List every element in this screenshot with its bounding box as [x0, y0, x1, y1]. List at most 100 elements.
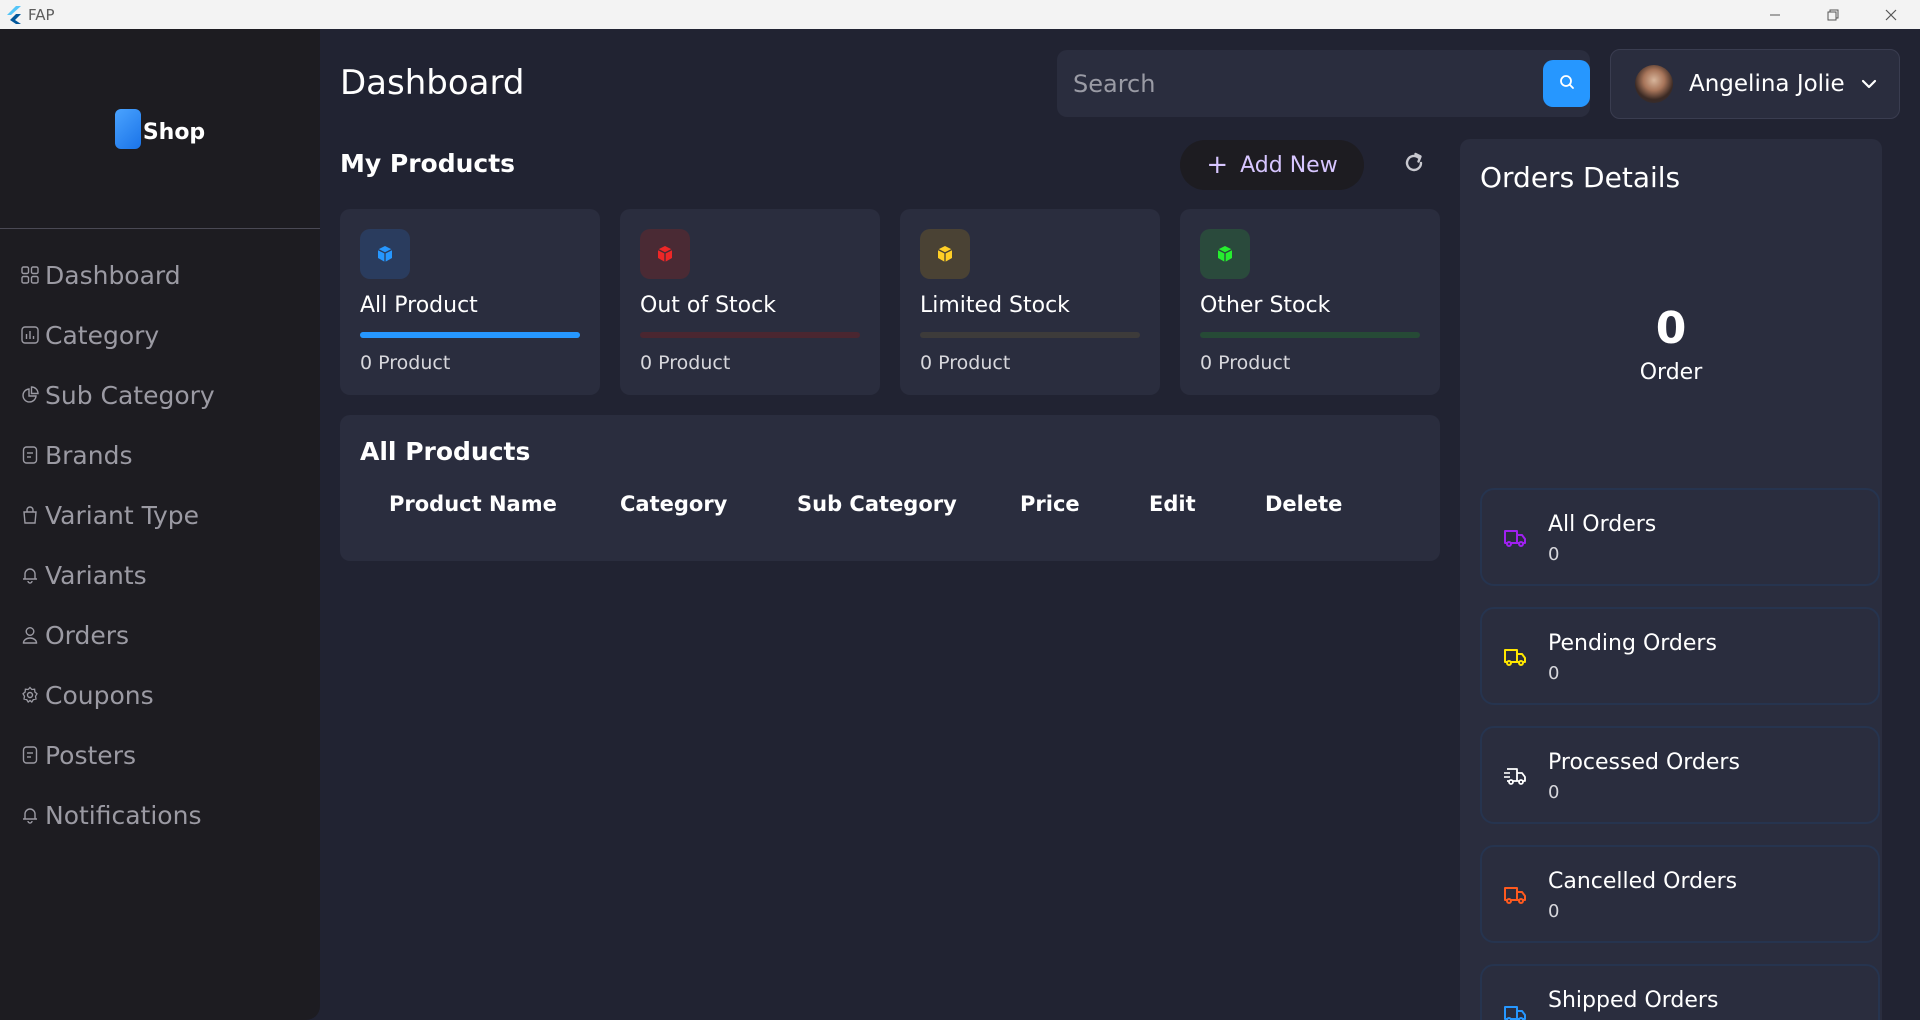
box-icon	[640, 229, 690, 279]
orders-title: Orders Details	[1480, 161, 1681, 194]
sidebar-item-sub-category[interactable]: Sub Category	[0, 365, 320, 425]
sidebar-item-dashboard[interactable]: Dashboard	[0, 245, 320, 305]
column-header-sub-category[interactable]: Sub Category	[797, 492, 957, 516]
gear-icon	[20, 685, 40, 705]
truck-icon	[1502, 525, 1528, 551]
truck-icon	[1502, 644, 1528, 670]
order-card-title: Processed Orders	[1548, 750, 1740, 775]
order-card-count: 0	[1548, 901, 1560, 922]
search-button[interactable]	[1543, 60, 1590, 107]
sidebar-item-label: Sub Category	[45, 380, 215, 410]
order-card-count: 0	[1548, 782, 1560, 803]
sidebar-item-category[interactable]: Category	[0, 305, 320, 365]
bag-icon	[20, 505, 40, 525]
box-icon	[920, 229, 970, 279]
document-icon	[20, 445, 40, 465]
column-header-delete[interactable]: Delete	[1265, 492, 1342, 516]
card-limited-stock[interactable]: Limited Stock 0 Product	[900, 209, 1160, 395]
profile-menu[interactable]: Angelina Jolie	[1610, 49, 1900, 119]
chart-icon	[20, 325, 40, 345]
search-input[interactable]	[1057, 69, 1517, 98]
window-titlebar: FAP	[0, 0, 1920, 29]
logo-area: Shop	[0, 29, 320, 229]
product-summary-cards: All Product 0 Product Out of Stock 0 Pro…	[340, 209, 1440, 395]
order-card-cancelled[interactable]: Cancelled Orders 0	[1480, 845, 1880, 943]
column-header-product-name[interactable]: Product Name	[389, 492, 557, 516]
card-title: All Product	[360, 293, 478, 318]
chevron-down-icon[interactable]	[1859, 74, 1879, 94]
search-icon	[1558, 73, 1576, 95]
restore-button[interactable]	[1804, 0, 1862, 29]
card-other-stock[interactable]: Other Stock 0 Product	[1180, 209, 1440, 395]
window-title: FAP	[28, 5, 55, 24]
card-out-of-stock[interactable]: Out of Stock 0 Product	[620, 209, 880, 395]
bell-icon	[20, 565, 40, 585]
add-new-button[interactable]: + Add New	[1180, 140, 1364, 190]
shop-logo[interactable]: Shop	[114, 108, 206, 149]
pie-icon	[20, 385, 40, 405]
sidebar-item-coupons[interactable]: Coupons	[0, 665, 320, 725]
refresh-icon	[1402, 151, 1426, 179]
card-progress-bar	[920, 332, 1140, 338]
card-title: Out of Stock	[640, 293, 776, 318]
sidebar-item-label: Brands	[45, 440, 133, 470]
sidebar-item-variants[interactable]: Variants	[0, 545, 320, 605]
truck-icon	[1502, 1001, 1528, 1020]
sidebar-item-orders[interactable]: Orders	[0, 605, 320, 665]
order-card-title: Shipped Orders	[1548, 988, 1719, 1013]
card-all-product[interactable]: All Product 0 Product	[340, 209, 600, 395]
sidebar-item-label: Variant Type	[45, 500, 200, 530]
flutter-logo-icon	[4, 5, 24, 25]
order-card-pending[interactable]: Pending Orders 0	[1480, 607, 1880, 705]
order-card-title: Cancelled Orders	[1548, 869, 1738, 894]
sidebar-item-label: Variants	[45, 560, 147, 590]
search-box	[1057, 50, 1590, 117]
column-header-category[interactable]: Category	[620, 492, 727, 516]
sidebar-item-brands[interactable]: Brands	[0, 425, 320, 485]
order-card-count: 0	[1548, 663, 1560, 684]
table-title: All Products	[360, 437, 531, 466]
avatar	[1635, 65, 1673, 103]
bell-icon	[20, 805, 40, 825]
truck-icon	[1502, 882, 1528, 908]
refresh-button[interactable]	[1400, 151, 1428, 179]
column-header-edit[interactable]: Edit	[1149, 492, 1196, 516]
sidebar-item-variant-type[interactable]: Variant Type	[0, 485, 320, 545]
orders-details-panel: Orders Details 0 Order All Orders 0 Pend…	[1460, 139, 1882, 1020]
sidebar-item-label: Notifications	[45, 800, 202, 830]
card-progress-bar	[1200, 332, 1420, 338]
logo-text: Shop	[142, 119, 206, 145]
minimize-button[interactable]	[1746, 0, 1804, 29]
sidebar-item-label: Dashboard	[45, 260, 181, 290]
grid-icon	[20, 265, 40, 285]
card-subtitle: 0 Product	[360, 352, 451, 374]
add-new-label: Add New	[1240, 152, 1338, 178]
card-subtitle: 0 Product	[1200, 352, 1291, 374]
order-card-title: All Orders	[1548, 512, 1657, 537]
card-progress-fill	[360, 332, 580, 338]
order-card-processed[interactable]: Processed Orders 0	[1480, 726, 1880, 824]
logo-mark-icon	[114, 108, 141, 149]
all-products-table: All Products Product Name Category Sub C…	[340, 415, 1440, 561]
sidebar-item-label: Orders	[45, 620, 130, 650]
orders-total-label: Order	[1639, 360, 1703, 385]
close-button[interactable]	[1862, 0, 1920, 29]
card-progress-bar	[360, 332, 580, 338]
column-header-price[interactable]: Price	[1020, 492, 1080, 516]
sidebar-item-notifications[interactable]: Notifications	[0, 785, 320, 845]
box-icon	[360, 229, 410, 279]
sidebar-nav: Dashboard Category Sub Category Brands V…	[0, 229, 320, 845]
my-products-title: My Products	[340, 149, 516, 178]
page-title: Dashboard	[340, 63, 525, 103]
orders-total-count: 0	[1655, 303, 1687, 354]
sidebar-item-posters[interactable]: Posters	[0, 725, 320, 785]
document-icon	[20, 745, 40, 765]
card-subtitle: 0 Product	[920, 352, 1011, 374]
card-title: Other Stock	[1200, 293, 1331, 318]
order-card-title: Pending Orders	[1548, 631, 1717, 656]
order-card-all[interactable]: All Orders 0	[1480, 488, 1880, 586]
order-card-shipped[interactable]: Shipped Orders 0	[1480, 964, 1880, 1020]
profile-name: Angelina Jolie	[1689, 71, 1845, 97]
order-card-count: 0	[1548, 544, 1560, 565]
truck-fast-icon	[1502, 763, 1528, 789]
